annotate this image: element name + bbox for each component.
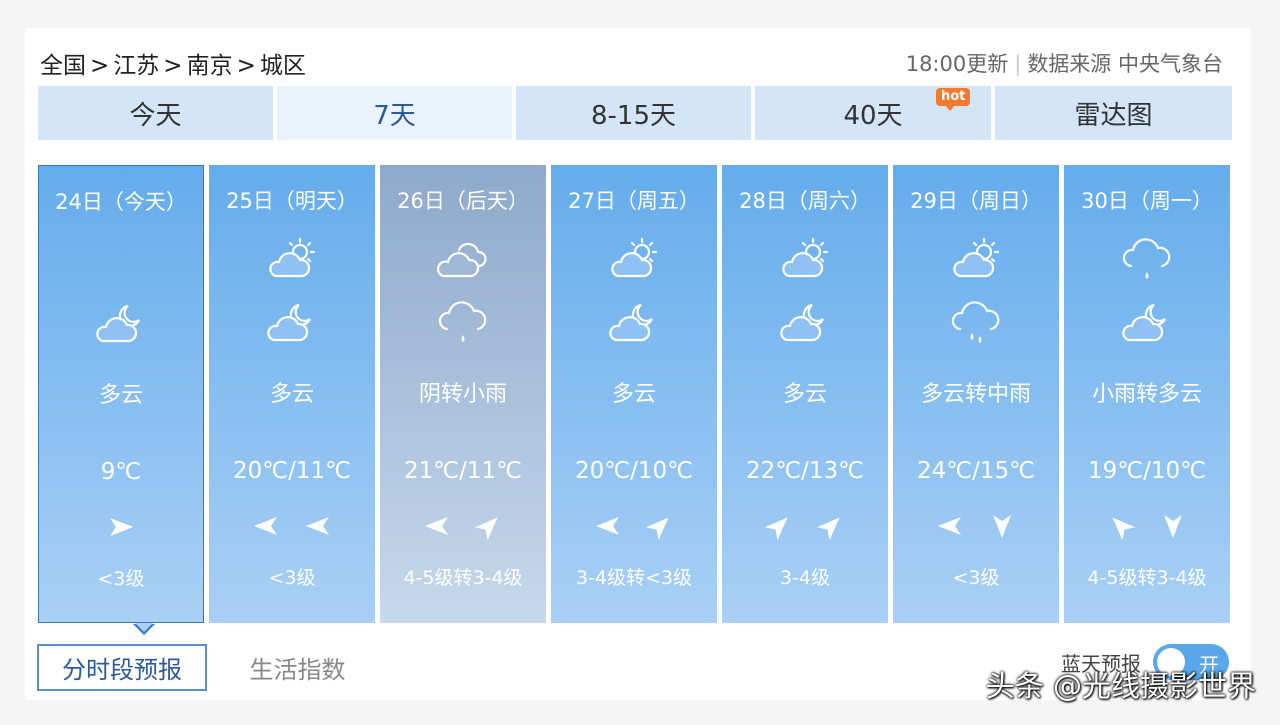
temperature: 24℃/15℃ — [917, 458, 1035, 484]
day-card[interactable]: 30日（周一） 小雨转多云 19℃/10℃ 4-5级转3-4级 — [1064, 165, 1230, 623]
partly-cloudy-night-icon — [262, 299, 322, 347]
day-date: 28日（周六） — [739, 189, 871, 213]
hot-badge: hot — [936, 88, 971, 111]
wind-directions — [1064, 511, 1230, 541]
temperature: 21℃/11℃ — [404, 458, 522, 484]
day-card[interactable]: 28日（周六） 多云 22℃/13℃ 3-4级 — [722, 165, 888, 623]
tab-40-days-label: 40天 — [843, 100, 903, 131]
wind-directions — [893, 511, 1059, 541]
partly-cloudy-day-icon — [604, 236, 664, 284]
tab-today[interactable]: 今天 — [38, 86, 273, 140]
partly-cloudy-night-icon — [775, 299, 835, 347]
wind-west-arrow-icon — [306, 517, 329, 535]
partly-cloudy-day-icon — [946, 236, 1006, 284]
weather-description: 多云 — [782, 382, 827, 407]
seven-day-forecast: 24日（今天） 多云 9℃ <3级 25日（明天） 多云 20℃/11℃ <3级 26日（后… — [38, 165, 1232, 625]
tab-hourly-forecast[interactable]: 分时段预报 — [37, 644, 207, 691]
update-time: 18:00更新 — [905, 52, 1009, 76]
day-card[interactable]: 25日（明天） 多云 20℃/11℃ <3级 — [209, 165, 375, 623]
wind-level: 4-5级转3-4级 — [1087, 567, 1207, 589]
wind-northeast-arrow-icon — [474, 517, 498, 541]
overcast-icon — [433, 236, 493, 284]
forecast-tabs: 今天 7天 8-15天 40天 hot 雷达图 — [38, 86, 1232, 140]
tab-life-index[interactable]: 生活指数 — [225, 644, 370, 691]
wind-east-arrow-icon — [110, 518, 133, 536]
breadcrumb-separator: > — [163, 53, 183, 79]
day-card[interactable]: 27日（周五） 多云 20℃/10℃ 3-4级转<3级 — [551, 165, 717, 623]
breadcrumb-item-district[interactable]: 城区 — [260, 53, 306, 79]
temperature: 9℃ — [100, 459, 142, 485]
partly-cloudy-night-icon — [1117, 299, 1177, 347]
tab-40-days[interactable]: 40天 hot — [755, 86, 991, 140]
wind-directions — [380, 511, 546, 541]
weather-description: 阴转小雨 — [418, 382, 507, 407]
update-divider: | — [1014, 52, 1022, 76]
weather-description: 多云 — [98, 383, 143, 408]
wind-level: 4-5级转3-4级 — [403, 567, 523, 589]
partly-cloudy-day-icon — [262, 236, 322, 284]
wind-directions — [209, 511, 375, 541]
watermark: 头条 @光线摄影世界 — [985, 669, 1256, 703]
temperature: 19℃/10℃ — [1088, 458, 1206, 484]
weather-description: 多云 — [269, 382, 314, 407]
wind-directions — [551, 511, 717, 541]
weather-description: 小雨转多云 — [1091, 382, 1202, 407]
wind-directions — [39, 512, 203, 542]
tab-7-days[interactable]: 7天 — [277, 86, 512, 140]
day-date: 27日（周五） — [568, 189, 700, 213]
day-card[interactable]: 26日（后天） 阴转小雨 21℃/11℃ 4-5级转3-4级 — [380, 165, 546, 623]
breadcrumb-separator: > — [236, 53, 256, 79]
wind-directions — [722, 511, 888, 541]
temperature: 20℃/10℃ — [575, 458, 693, 484]
tab-radar[interactable]: 雷达图 — [995, 86, 1232, 140]
day-date: 25日（明天） — [226, 189, 358, 213]
wind-south-arrow-icon — [1164, 515, 1182, 538]
wind-northwest-arrow-icon — [1112, 517, 1136, 541]
weather-description: 多云转中雨 — [920, 382, 1031, 407]
wind-northeast-arrow-icon — [764, 517, 788, 541]
wind-south-arrow-icon — [993, 515, 1011, 538]
breadcrumb-item-province[interactable]: 江苏 — [113, 53, 159, 79]
partly-cloudy-night-icon — [604, 299, 664, 347]
light-rain-icon — [433, 299, 493, 347]
partly-cloudy-night-icon — [91, 300, 151, 348]
day-date: 30日（周一） — [1081, 189, 1213, 213]
breadcrumb: 全国 > 江苏 > 南京 > 城区 — [40, 46, 306, 80]
wind-northeast-arrow-icon — [816, 517, 840, 541]
light-rain-icon — [1117, 236, 1177, 284]
wind-level: <3级 — [268, 567, 316, 589]
tab-8-15-days[interactable]: 8-15天 — [516, 86, 751, 140]
wind-west-arrow-icon — [425, 517, 448, 535]
wind-level: 3-4级转<3级 — [575, 567, 693, 589]
day-card[interactable]: 29日（周日） 多云转中雨 24℃/15℃ <3级 — [893, 165, 1059, 623]
breadcrumb-item-city[interactable]: 南京 — [187, 53, 233, 79]
moderate-rain-icon — [946, 299, 1006, 347]
day-date: 29日（周日） — [910, 189, 1042, 213]
temperature: 22℃/13℃ — [746, 458, 864, 484]
wind-level: 3-4级 — [779, 567, 831, 589]
day-date: 26日（后天） — [397, 189, 529, 213]
wind-level: <3级 — [952, 567, 1000, 589]
wind-west-arrow-icon — [254, 517, 277, 535]
wind-northeast-arrow-icon — [645, 517, 669, 541]
wind-west-arrow-icon — [596, 517, 619, 535]
breadcrumb-separator: > — [90, 53, 110, 79]
weather-panel: 全国 > 江苏 > 南京 > 城区 18:00更新 | 数据来源 中央气象台 今天 7天 8-1… — [25, 28, 1251, 700]
breadcrumb-item-country[interactable]: 全国 — [40, 53, 86, 79]
partly-cloudy-day-icon — [775, 236, 835, 284]
day-date: 24日（今天） — [55, 190, 187, 214]
weather-description: 多云 — [611, 382, 656, 407]
update-info: 18:00更新 | 数据来源 中央气象台 — [906, 48, 1223, 78]
temperature: 20℃/11℃ — [233, 458, 351, 484]
selected-day-pointer — [133, 623, 155, 635]
wind-west-arrow-icon — [938, 517, 961, 535]
day-card-today[interactable]: 24日（今天） 多云 9℃ <3级 — [38, 165, 204, 623]
wind-level: <3级 — [97, 568, 145, 590]
data-source: 数据来源 中央气象台 — [1027, 52, 1223, 76]
